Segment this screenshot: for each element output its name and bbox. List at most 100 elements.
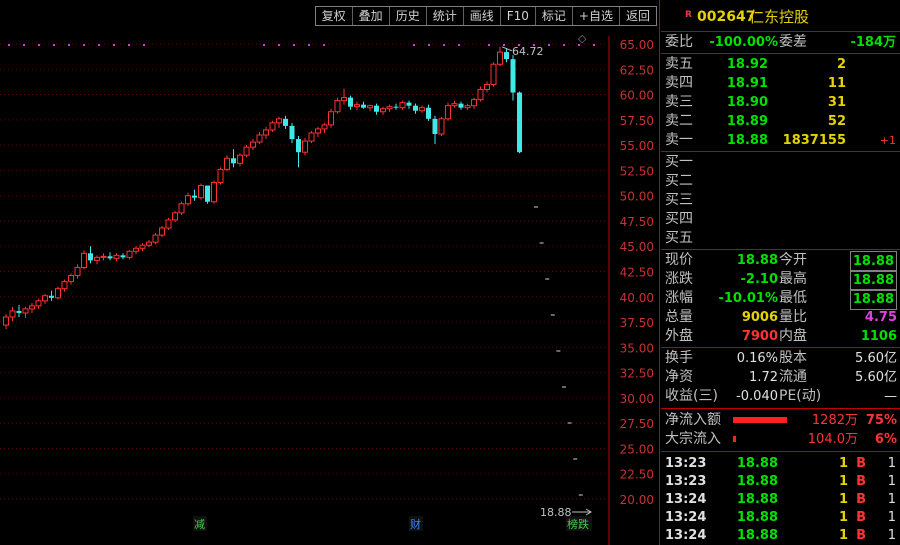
toolbar-btn-1[interactable]: 叠加 bbox=[353, 7, 390, 25]
flow-bar bbox=[733, 417, 787, 423]
weibi-value: -100.00% bbox=[709, 35, 778, 50]
stock-header: R 002647 仁东控股 bbox=[661, 8, 900, 30]
quote-value-2: 18.88 bbox=[849, 289, 897, 310]
candle-body-down bbox=[393, 106, 399, 108]
candle-body-up bbox=[35, 300, 42, 307]
fund-value-2: 5.60亿 bbox=[855, 370, 897, 385]
sell-label: 卖四 bbox=[665, 75, 693, 91]
quote-row-2: 涨幅 -10.01% 最低 18.88 bbox=[661, 289, 900, 310]
y-tick-label: 45.00 bbox=[620, 240, 654, 254]
candle-body-up bbox=[61, 281, 68, 290]
candle-body-up bbox=[29, 305, 35, 310]
kline-chart-area[interactable]: 65.00 62.50 60.00 57.50 55.00 52.50 50.00 47.50… bbox=[0, 0, 660, 545]
weibi-label: 委比 bbox=[665, 34, 693, 50]
candle-body-down bbox=[406, 102, 412, 106]
sell-row-1: 卖一 18.88 1837155 +1 bbox=[661, 131, 900, 150]
flow-value: 1282万 bbox=[811, 413, 858, 428]
toolbar-btn-2[interactable]: 历史 bbox=[390, 7, 427, 25]
risk-badge: R bbox=[685, 10, 692, 20]
candle-body-down bbox=[49, 295, 54, 298]
fund-label-2: PE(动) bbox=[779, 388, 822, 404]
candle-body-up bbox=[321, 124, 328, 130]
sell-price: 18.90 bbox=[726, 95, 768, 110]
stock-name: 仁东控股 bbox=[749, 8, 810, 26]
quote-label: 涨幅 bbox=[665, 290, 693, 306]
fund-label: 收益(三) bbox=[665, 388, 718, 404]
tick-price: 18.88 bbox=[736, 456, 778, 471]
toolbar-btn-3[interactable]: 统计 bbox=[427, 7, 464, 25]
flow-label: 净流入额 bbox=[665, 412, 721, 428]
kline-chart[interactable]: 65.00 62.50 60.00 57.50 55.00 52.50 50.00 47.50… bbox=[0, 0, 660, 545]
tick-side: B bbox=[856, 492, 866, 507]
weicha-value: -184万 bbox=[850, 35, 896, 50]
fund-label-2: 股本 bbox=[779, 350, 807, 366]
tick-side: B bbox=[856, 456, 866, 471]
candle-body-up bbox=[159, 227, 165, 236]
toolbar-btn-6[interactable]: 标记 bbox=[536, 7, 573, 25]
candle-body-up bbox=[139, 244, 146, 249]
y-tick-label: 52.50 bbox=[620, 164, 654, 178]
info-dot bbox=[458, 44, 460, 46]
candle-body-down bbox=[413, 105, 418, 111]
tick-volume: 1 bbox=[838, 510, 848, 525]
tick-volume: 1 bbox=[838, 528, 848, 543]
candle-body-up bbox=[126, 250, 133, 258]
info-dot bbox=[308, 44, 310, 46]
candle-body-up bbox=[302, 140, 308, 153]
sep-2 bbox=[661, 151, 900, 152]
candle-body-up bbox=[133, 247, 139, 252]
quote-label-2: 内盘 bbox=[779, 328, 807, 344]
candle-body-up bbox=[497, 51, 503, 65]
high-label: 64.72 bbox=[512, 45, 544, 58]
y-tick-label: 57.50 bbox=[620, 114, 654, 128]
candle-body-up bbox=[341, 97, 347, 102]
quote-row-4: 外盘 7900 内盘 1106 bbox=[661, 327, 900, 346]
sell-row-5: 卖五 18.92 2 bbox=[661, 55, 900, 74]
info-dot bbox=[293, 44, 295, 46]
candle-body-up bbox=[81, 252, 87, 268]
y-tick-label: 55.00 bbox=[620, 139, 654, 153]
y-tick-label: 32.50 bbox=[620, 367, 654, 381]
candle-body-up bbox=[74, 266, 81, 277]
candle-body-up bbox=[55, 288, 61, 299]
flow-bar bbox=[733, 436, 736, 442]
flow-label: 大宗流入 bbox=[665, 431, 721, 447]
info-dot bbox=[143, 44, 145, 46]
sep-3 bbox=[661, 249, 900, 250]
toolbar-btn-5[interactable]: F10 bbox=[501, 7, 536, 25]
sep-1 bbox=[661, 53, 900, 54]
quote-label: 总量 bbox=[665, 309, 693, 325]
fund-value-2: — bbox=[884, 389, 897, 404]
tick-row: 13:23 18.88 1 B 1 bbox=[661, 454, 900, 473]
y-tick-label: 40.00 bbox=[620, 291, 654, 305]
flow-row-0: 净流入额 1282万 75% bbox=[661, 411, 900, 430]
y-tick-label: 60.00 bbox=[620, 89, 654, 103]
info-dot bbox=[413, 44, 415, 46]
sell-label: 卖一 bbox=[665, 132, 693, 148]
tick-row: 13:24 18.88 1 B 1 bbox=[661, 526, 900, 545]
sell-volume: 2 bbox=[836, 57, 846, 72]
toolbar-btn-4[interactable]: 画线 bbox=[464, 7, 501, 25]
chart-toolbar: 复权 叠加 历史 统计 画线 F10 标记 +自选 返回 bbox=[314, 6, 657, 26]
quote-row-0: 现价 18.88 今开 18.88 bbox=[661, 251, 900, 272]
candle-body-up bbox=[490, 63, 497, 85]
candle-body-up bbox=[380, 108, 386, 113]
sell-change: +1 bbox=[879, 134, 896, 147]
candle-body-up bbox=[315, 128, 321, 134]
sep-5 bbox=[661, 408, 900, 409]
diamond-icon: ◇ bbox=[578, 32, 587, 45]
info-dot bbox=[53, 44, 55, 46]
tick-side: B bbox=[856, 528, 866, 543]
candle-body-up bbox=[211, 182, 217, 203]
tick-count: 1 bbox=[887, 528, 896, 543]
candle-body-down bbox=[504, 52, 509, 60]
info-dot bbox=[83, 44, 85, 46]
candle-body-up bbox=[178, 203, 185, 214]
weicha-label: 委差 bbox=[779, 34, 807, 50]
candle-body-up bbox=[152, 234, 159, 243]
y-tick-label: 47.50 bbox=[620, 215, 654, 229]
flow-value: 104.0万 bbox=[807, 432, 858, 447]
toolbar-btn-8[interactable]: 返回 bbox=[620, 7, 656, 25]
toolbar-btn-0[interactable]: 复权 bbox=[316, 7, 353, 25]
toolbar-btn-7[interactable]: +自选 bbox=[573, 7, 620, 25]
